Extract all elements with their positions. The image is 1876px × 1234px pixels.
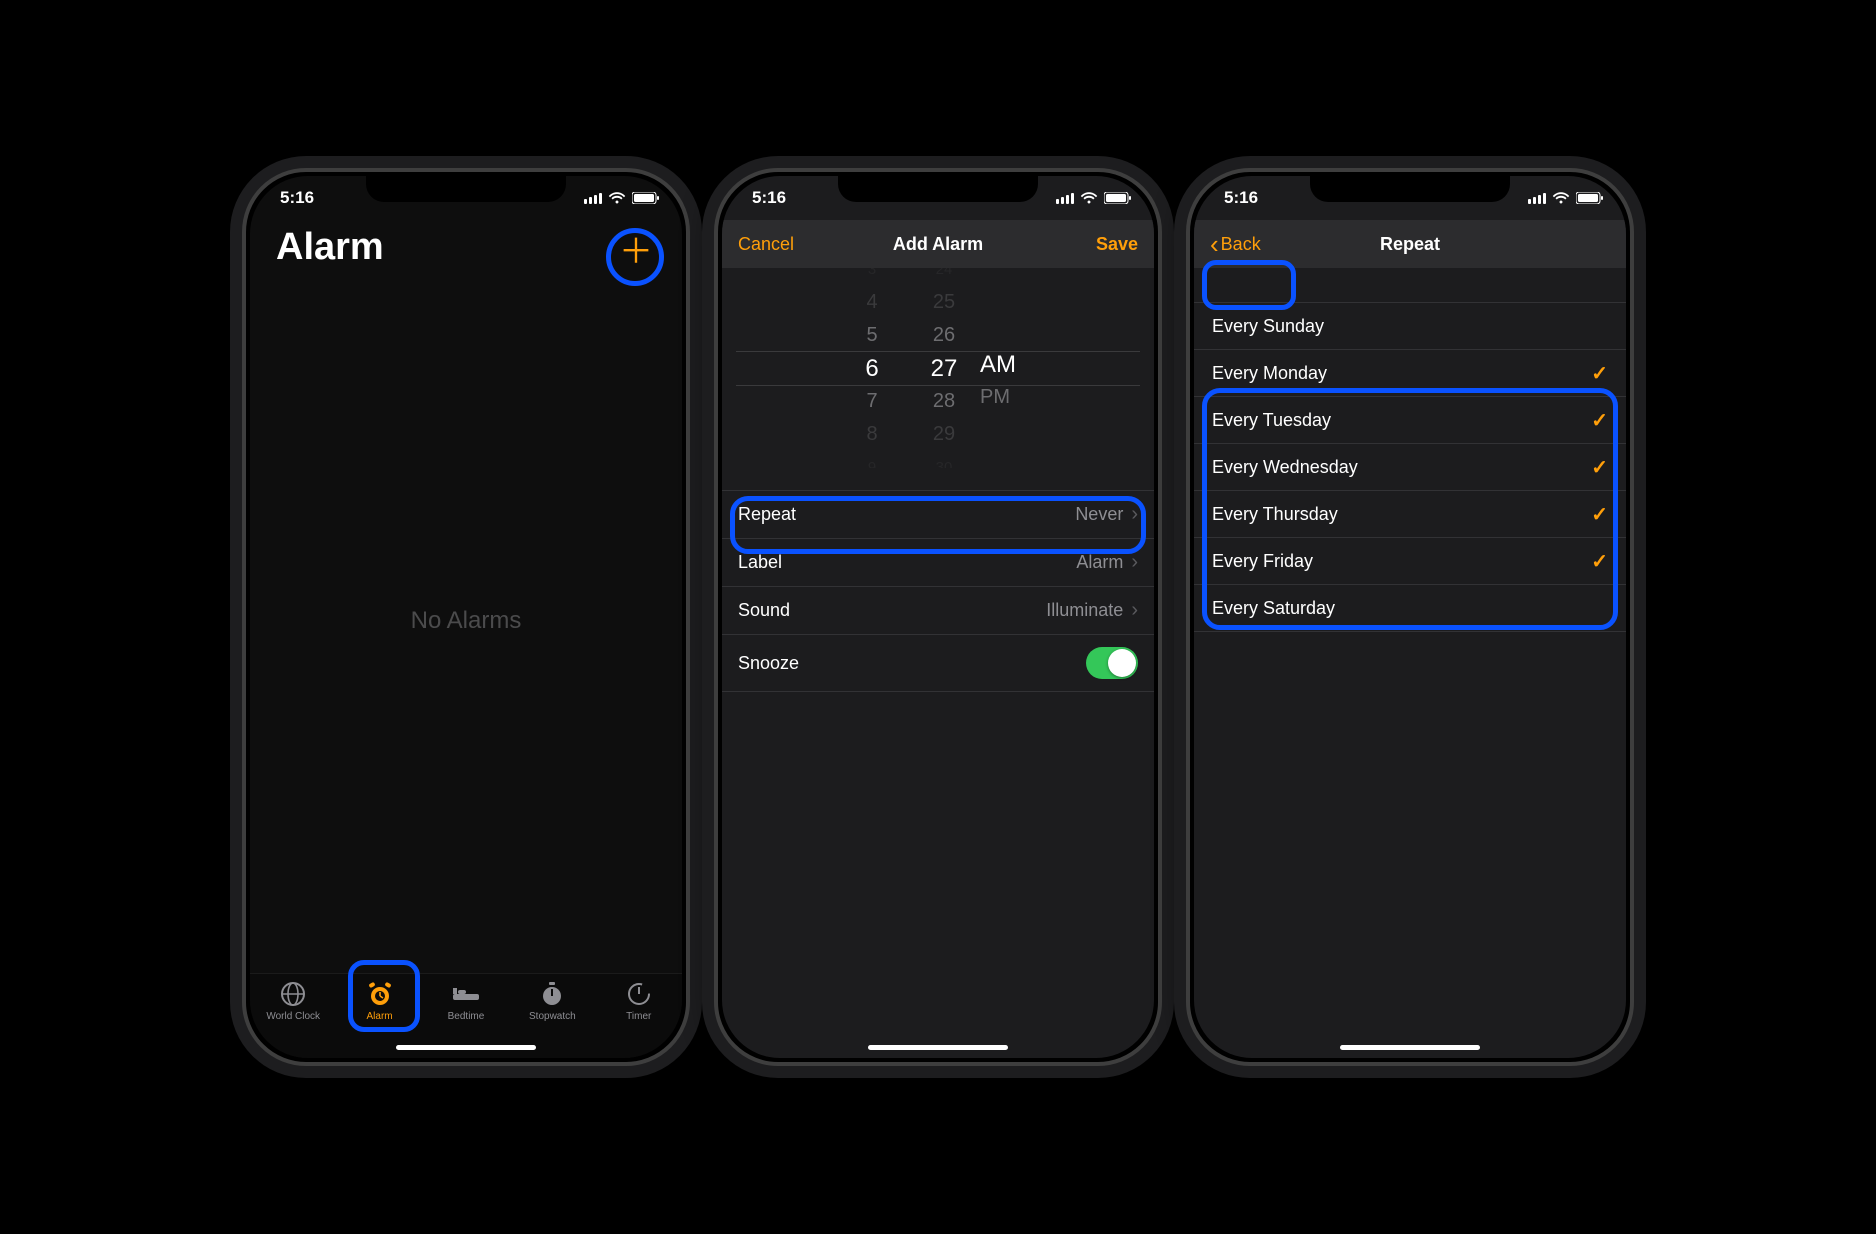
checkmark-icon: ✓	[1591, 549, 1608, 574]
chevron-right-icon: ›	[1131, 503, 1138, 526]
phone-alarm-list: 5:16 ＋ Alarm No Alarms World Clock	[242, 168, 690, 1066]
cancel-button[interactable]: Cancel	[738, 234, 828, 255]
notch	[838, 172, 1038, 202]
alarm-clock-icon	[366, 980, 394, 1008]
day-label: Every Friday	[1212, 551, 1313, 572]
chevron-right-icon: ›	[1131, 551, 1138, 574]
row-value: Illuminate	[1046, 600, 1123, 621]
snooze-toggle[interactable]	[1086, 647, 1138, 679]
row-value: Never	[1075, 504, 1123, 525]
ampm-selected: AM	[980, 348, 1016, 381]
repeat-row[interactable]: Repeat Never ›	[722, 490, 1154, 539]
tab-alarm[interactable]: Alarm	[342, 980, 418, 1022]
plus-icon: ＋	[619, 235, 653, 269]
cellular-icon	[1056, 193, 1074, 204]
day-label: Every Saturday	[1212, 598, 1335, 619]
phone-repeat-settings: 5:16 ‹ Back Repeat Every Sunday	[1186, 168, 1634, 1066]
row-label: Sound	[738, 600, 790, 621]
tab-label: Stopwatch	[529, 1011, 576, 1022]
day-row-wednesday[interactable]: Every Wednesday ✓	[1194, 444, 1626, 491]
repeat-days-list: Every Sunday Every Monday ✓ Every Tuesda…	[1194, 302, 1626, 632]
globe-icon	[279, 980, 307, 1008]
tab-world-clock[interactable]: World Clock	[255, 980, 331, 1022]
three-phone-layout: 5:16 ＋ Alarm No Alarms World Clock	[222, 148, 1654, 1086]
notch	[366, 172, 566, 202]
wifi-icon	[1552, 192, 1570, 204]
ampm-wheel[interactable]: AM PM	[980, 268, 1040, 468]
snooze-row: Snooze	[722, 635, 1154, 692]
wifi-icon	[1080, 192, 1098, 204]
tab-label: Alarm	[367, 1011, 393, 1022]
row-label: Label	[738, 552, 782, 573]
status-time: 5:16	[752, 188, 786, 208]
hour-selected: 6	[865, 352, 878, 385]
nav-title: Add Alarm	[828, 234, 1048, 255]
day-row-sunday[interactable]: Every Sunday	[1194, 302, 1626, 350]
checkmark-icon: ✓	[1591, 455, 1608, 480]
no-alarms-message: No Alarms	[250, 269, 682, 973]
minute-selected: 27	[931, 352, 958, 385]
day-row-tuesday[interactable]: Every Tuesday ✓	[1194, 397, 1626, 444]
tab-stopwatch[interactable]: Stopwatch	[514, 980, 590, 1022]
home-indicator[interactable]	[1340, 1045, 1480, 1050]
timer-icon	[625, 980, 653, 1008]
day-label: Every Tuesday	[1212, 410, 1331, 431]
row-label: Repeat	[738, 504, 796, 525]
nav-bar: ‹ Back Repeat	[1194, 220, 1626, 268]
battery-icon	[1104, 192, 1132, 204]
status-time: 5:16	[280, 188, 314, 208]
nav-title: Repeat	[1300, 234, 1520, 255]
chevron-right-icon: ›	[1131, 599, 1138, 622]
tab-label: World Clock	[266, 1011, 320, 1022]
add-alarm-button[interactable]: ＋	[614, 230, 658, 274]
time-picker[interactable]: 3 4 5 6 7 8 9 24 25 26 27 28 29 30	[722, 268, 1154, 468]
notch	[1310, 172, 1510, 202]
day-label: Every Wednesday	[1212, 457, 1358, 478]
nav-bar: Cancel Add Alarm Save	[722, 220, 1154, 268]
tab-label: Bedtime	[448, 1011, 485, 1022]
home-indicator[interactable]	[868, 1045, 1008, 1050]
minute-wheel[interactable]: 24 25 26 27 28 29 30	[908, 268, 980, 468]
day-label: Every Monday	[1212, 363, 1327, 384]
cellular-icon	[584, 193, 602, 204]
stopwatch-icon	[538, 980, 566, 1008]
battery-icon	[632, 192, 660, 204]
day-label: Every Sunday	[1212, 316, 1324, 337]
checkmark-icon: ✓	[1591, 502, 1608, 527]
bed-icon	[452, 980, 480, 1008]
back-button[interactable]: ‹ Back	[1210, 229, 1300, 260]
day-row-friday[interactable]: Every Friday ✓	[1194, 538, 1626, 585]
save-button[interactable]: Save	[1048, 234, 1138, 255]
tab-timer[interactable]: Timer	[601, 980, 677, 1022]
tab-label: Timer	[626, 1011, 651, 1022]
home-indicator[interactable]	[396, 1045, 536, 1050]
checkmark-icon: ✓	[1591, 361, 1608, 386]
tab-bedtime[interactable]: Bedtime	[428, 980, 504, 1022]
row-label: Snooze	[738, 653, 799, 674]
chevron-left-icon: ‹	[1210, 229, 1219, 260]
status-time: 5:16	[1224, 188, 1258, 208]
wifi-icon	[608, 192, 626, 204]
day-row-thursday[interactable]: Every Thursday ✓	[1194, 491, 1626, 538]
row-value: Alarm	[1076, 552, 1123, 573]
label-row[interactable]: Label Alarm ›	[722, 539, 1154, 587]
day-label: Every Thursday	[1212, 504, 1338, 525]
sound-row[interactable]: Sound Illuminate ›	[722, 587, 1154, 635]
cellular-icon	[1528, 193, 1546, 204]
phone-add-alarm: 5:16 Cancel Add Alarm Save 3 4 5 6 7	[714, 168, 1162, 1066]
day-row-monday[interactable]: Every Monday ✓	[1194, 350, 1626, 397]
checkmark-icon: ✓	[1591, 408, 1608, 433]
day-row-saturday[interactable]: Every Saturday	[1194, 585, 1626, 632]
hour-wheel[interactable]: 3 4 5 6 7 8 9	[836, 268, 908, 468]
battery-icon	[1576, 192, 1604, 204]
